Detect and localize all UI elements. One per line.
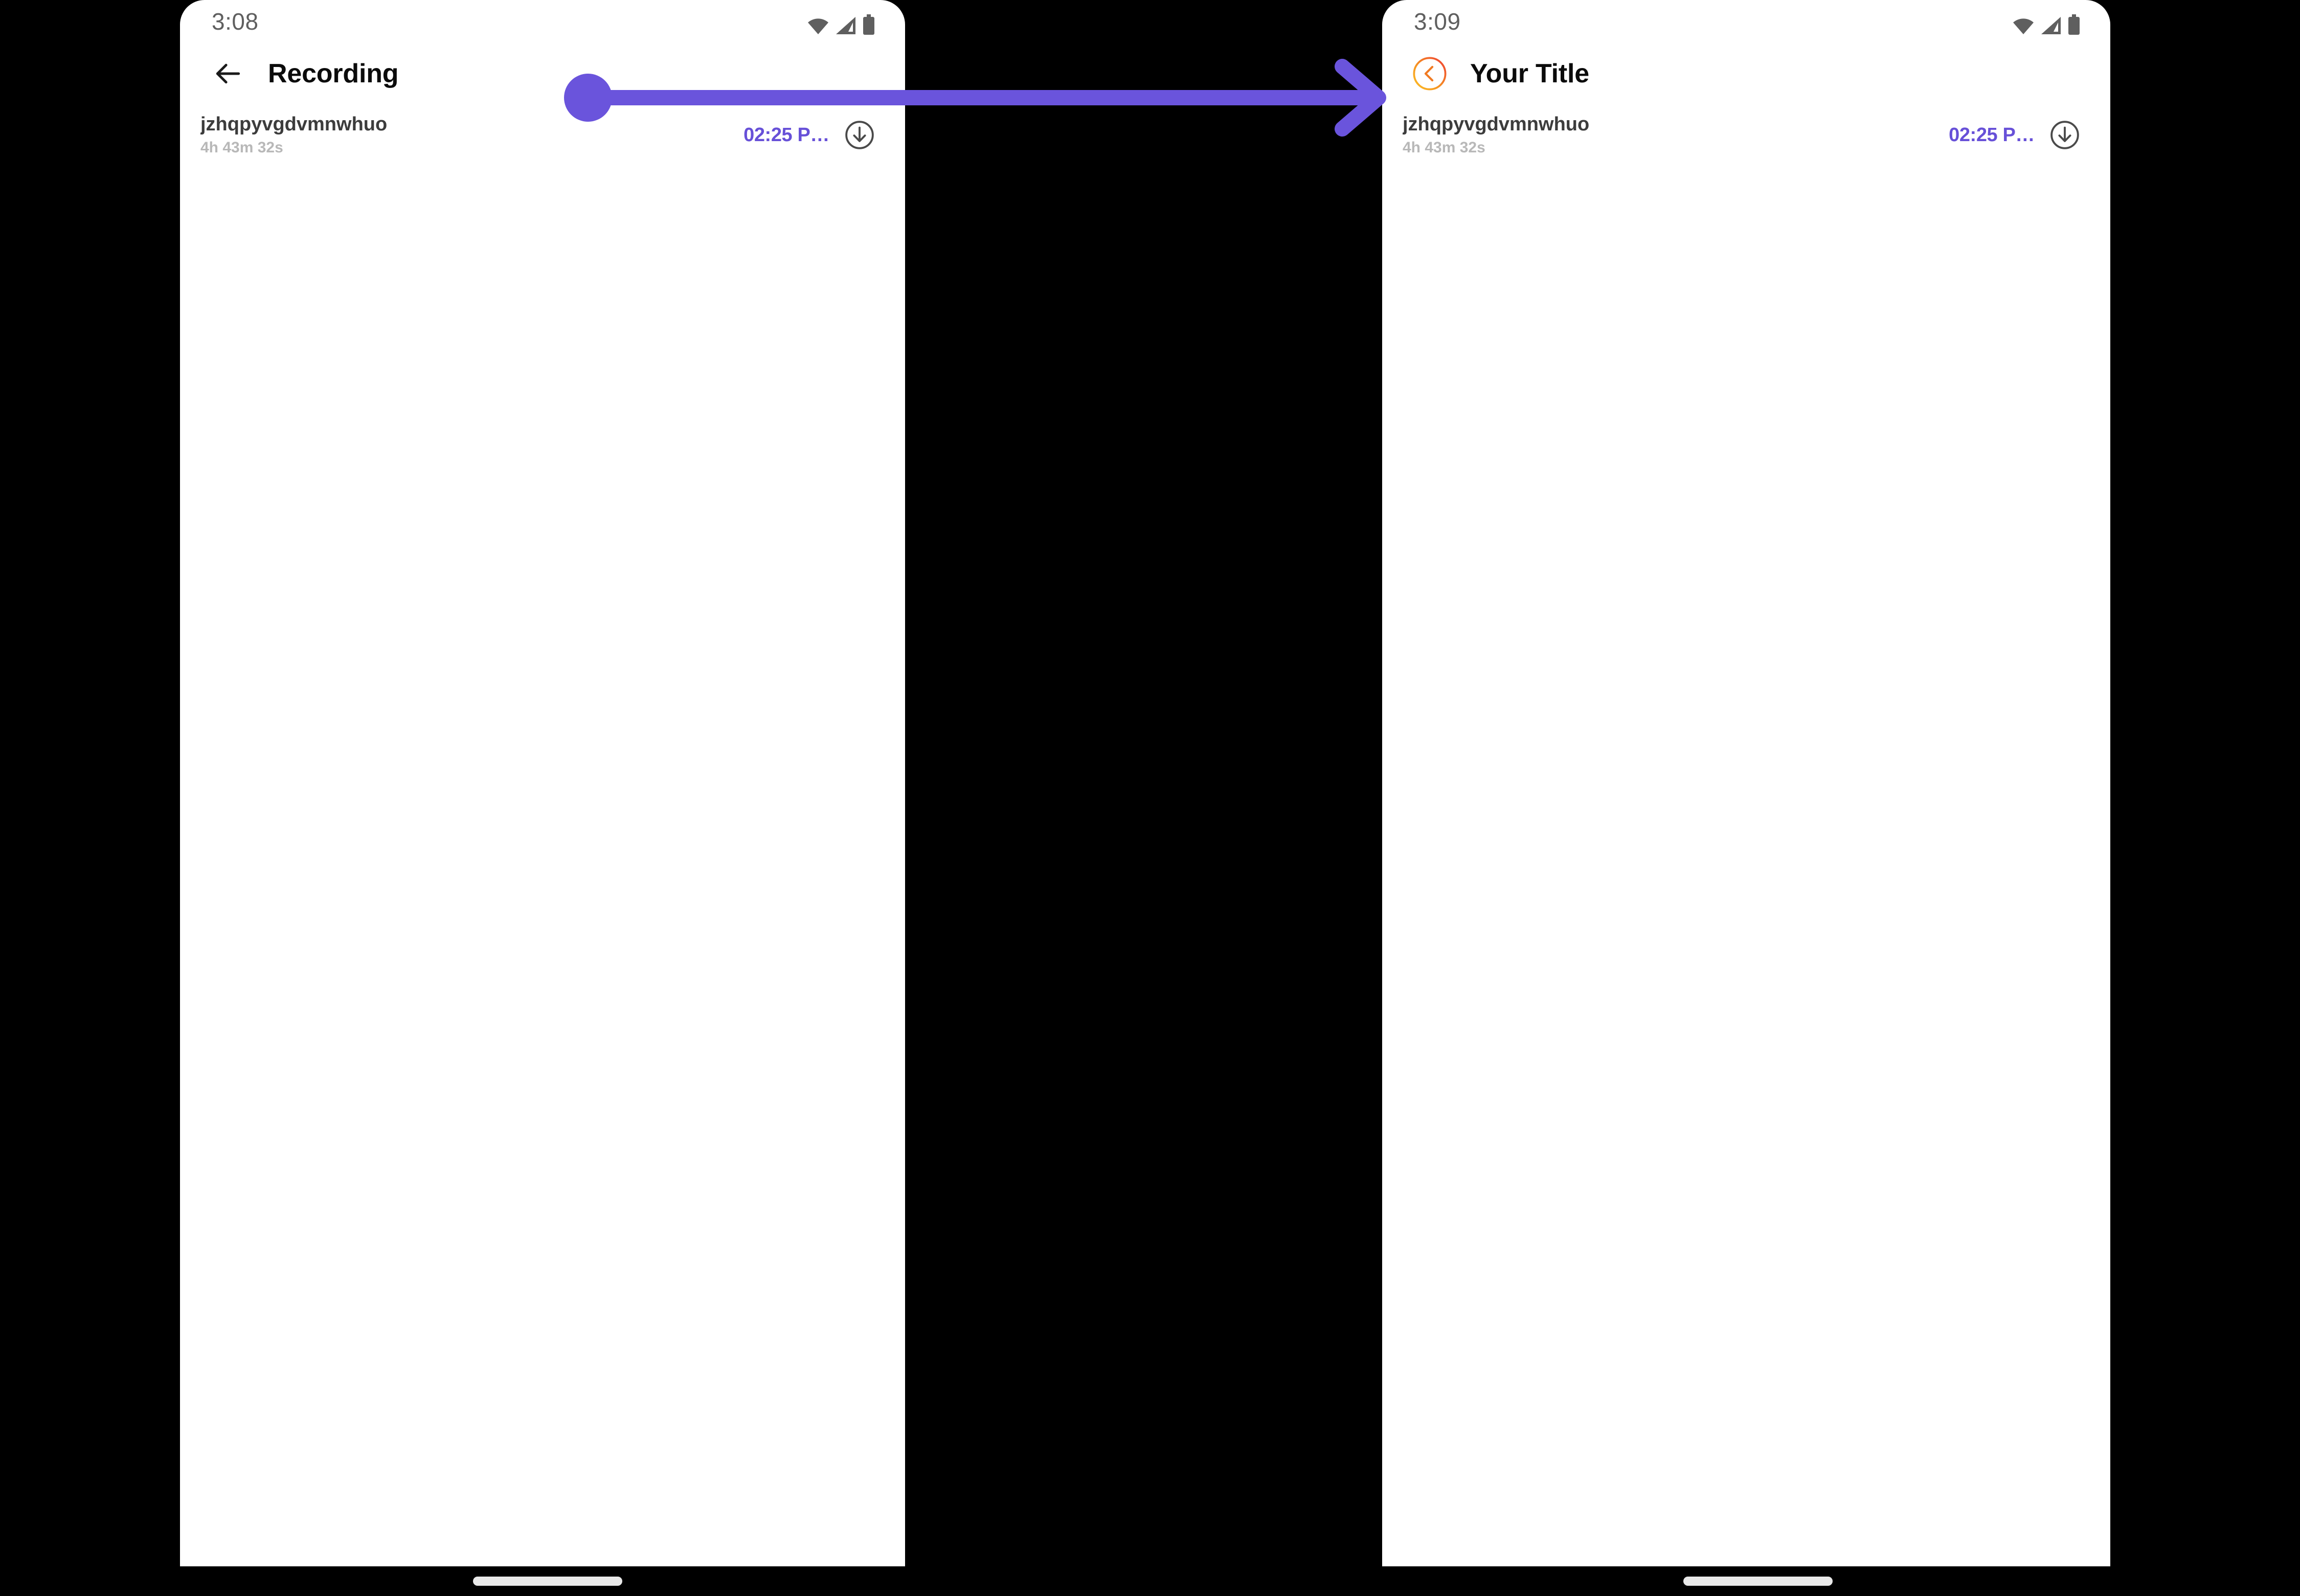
recording-text-group: jzhqpyvgdvmnwhuo 4h 43m 32s <box>1403 113 1949 158</box>
wifi-icon <box>808 18 828 34</box>
back-button[interactable] <box>1412 56 1448 92</box>
status-bar-icons <box>807 8 875 35</box>
download-circle-icon <box>845 121 874 149</box>
status-bar-time: 3:08 <box>212 8 259 35</box>
arrow-left-icon <box>216 63 240 84</box>
recording-title: jzhqpyvgdvmnwhuo <box>1403 114 1590 135</box>
battery-icon <box>863 14 874 35</box>
recording-duration: 4h 43m 32s <box>1403 139 1485 156</box>
battery-icon <box>2068 14 2080 35</box>
recording-timestamp: 02:25 P… <box>743 124 829 146</box>
chevron-left-circle-gradient-icon <box>1413 57 1447 91</box>
status-bar: 3:09 <box>1382 0 2110 44</box>
gesture-bar <box>1683 1577 1833 1586</box>
download-button[interactable] <box>2048 118 2082 152</box>
recording-duration: 4h 43m 32s <box>200 139 283 156</box>
page-title: Recording <box>268 59 399 88</box>
recording-list: jzhqpyvgdvmnwhuo 4h 43m 32s 02:25 P… <box>1382 103 2110 167</box>
cellular-signal-icon <box>2041 17 2061 34</box>
status-bar-time: 3:09 <box>1414 8 1461 35</box>
app-bar: Your Title <box>1382 44 2110 103</box>
phone-screen-after: 3:09 Your Title jzhqpyvgdvmnwhuo 4h 43m … <box>1382 0 2110 1566</box>
cellular-signal-icon <box>836 17 855 34</box>
download-circle-icon <box>2050 121 2079 149</box>
page-title: Your Title <box>1470 59 1589 88</box>
arrow-head <box>1335 59 1386 137</box>
recording-text-group: jzhqpyvgdvmnwhuo 4h 43m 32s <box>200 113 743 158</box>
status-bar: 3:08 <box>180 0 905 44</box>
status-bar-icons <box>2012 8 2081 35</box>
app-bar: Recording <box>180 44 905 103</box>
recording-timestamp: 02:25 P… <box>1949 124 2035 146</box>
list-item[interactable]: jzhqpyvgdvmnwhuo 4h 43m 32s 02:25 P… <box>1382 103 2110 167</box>
wifi-icon <box>2013 18 2034 34</box>
recording-meta-group: 02:25 P… <box>743 118 876 152</box>
phone-screen-before: 3:08 Recording jzhqpyvgdvmnwhuo 4h 43m 3… <box>180 0 905 1566</box>
download-button[interactable] <box>843 118 876 152</box>
gesture-bar <box>473 1577 622 1586</box>
recording-title: jzhqpyvgdvmnwhuo <box>200 114 388 135</box>
back-button[interactable] <box>210 55 246 92</box>
recording-meta-group: 02:25 P… <box>1949 118 2082 152</box>
recording-list: jzhqpyvgdvmnwhuo 4h 43m 32s 02:25 P… <box>180 103 905 167</box>
list-item[interactable]: jzhqpyvgdvmnwhuo 4h 43m 32s 02:25 P… <box>180 103 905 167</box>
